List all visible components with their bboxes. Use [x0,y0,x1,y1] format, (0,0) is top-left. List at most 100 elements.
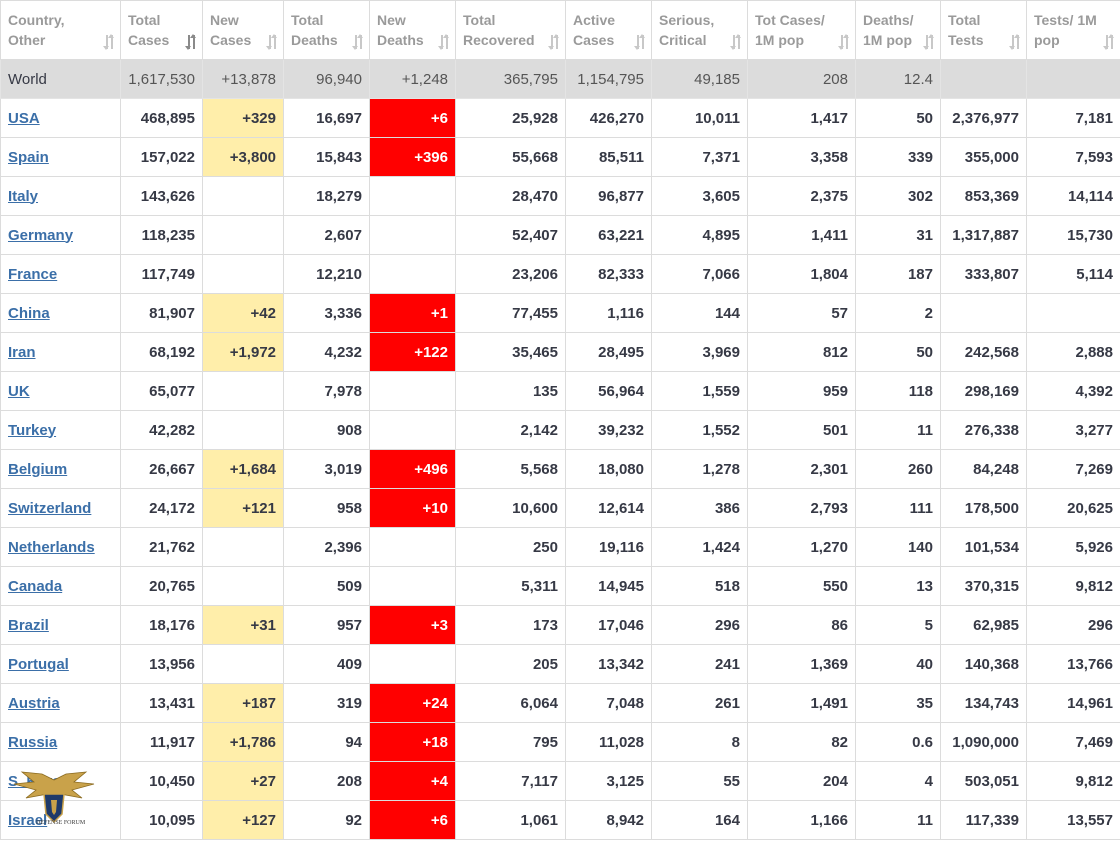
column-header-9[interactable]: Deaths/ 1M pop [855,0,941,60]
country-link[interactable]: Russia [8,734,57,751]
sort-icon[interactable] [103,34,114,50]
cell-7: 241 [651,644,748,684]
table-row: Portugal 13,956 409 205 13,342 241 1,369 40 140,… [0,644,1120,684]
cell-6: 39,232 [565,410,652,450]
column-header-3[interactable]: Total Deaths [283,0,370,60]
cell-5: 10,600 [455,488,566,528]
column-header-4[interactable]: New Deaths [369,0,456,60]
cell-10: 1,317,887 [940,215,1027,255]
cell-9: 339 [855,137,941,177]
sort-icon[interactable] [730,34,741,50]
cell-9: 35 [855,683,941,723]
country-link[interactable]: China [8,305,50,322]
cell-5: 55,668 [455,137,566,177]
new-cases-badge: +3,800 [202,137,284,177]
cell-5: 205 [455,644,566,684]
cell-10 [940,293,1027,333]
cell-6: 1,154,795 [565,59,652,99]
column-header-2[interactable]: New Cases [202,0,284,60]
cell-10: 298,169 [940,371,1027,411]
country-link[interactable]: Germany [8,227,73,244]
cell-2 [202,566,284,606]
cell-6: 96,877 [565,176,652,216]
sort-icon[interactable] [923,34,934,50]
sort-icon[interactable] [1103,34,1114,50]
cell-11: 5,114 [1026,254,1120,294]
column-header-5[interactable]: Total Recovered [455,0,566,60]
cell-9: 187 [855,254,941,294]
country-cell: Netherlands [0,527,121,567]
country-link[interactable]: UK [8,383,30,400]
country-link[interactable]: Brazil [8,617,49,634]
country-link[interactable]: Netherlands [8,539,95,556]
cell-1: 118,235 [120,215,203,255]
cell-3: 16,697 [283,98,370,138]
country-cell: Portugal [0,644,121,684]
cell-6: 17,046 [565,605,652,645]
cell-9: 11 [855,410,941,450]
cell-5: 35,465 [455,332,566,372]
sort-icon[interactable] [352,34,363,50]
sort-icon[interactable] [548,34,559,50]
new-cases-badge: +27 [202,761,284,801]
column-header-7[interactable]: Serious, Critical [651,0,748,60]
cell-11: 7,181 [1026,98,1120,138]
country-link[interactable]: Portugal [8,656,69,673]
cell-1: 117,749 [120,254,203,294]
country-cell: Germany [0,215,121,255]
country-link[interactable]: Italy [8,188,38,205]
country-link[interactable]: Belgium [8,461,67,478]
cell-7: 261 [651,683,748,723]
cell-5: 5,568 [455,449,566,489]
cell-1: 21,762 [120,527,203,567]
column-header-10[interactable]: Total Tests [940,0,1027,60]
column-header-11[interactable]: Tests/ 1M pop [1026,0,1120,60]
cell-1: 68,192 [120,332,203,372]
country-link[interactable]: Switzerland [8,500,91,517]
cell-5: 23,206 [455,254,566,294]
cell-1: 10,450 [120,761,203,801]
cell-3: 96,940 [283,59,370,99]
cell-10: 84,248 [940,449,1027,489]
table-row: Switzerland 24,172 +121 958 +10 10,600 12,614 3… [0,488,1120,528]
cell-4 [369,254,456,294]
country-link[interactable]: Spain [8,149,49,166]
country-link[interactable]: Turkey [8,422,56,439]
cell-8: 2,793 [747,488,856,528]
cell-5: 28,470 [455,176,566,216]
sort-icon[interactable] [838,34,849,50]
sort-icon[interactable] [1009,34,1020,50]
country-link[interactable]: Canada [8,578,62,595]
cell-3: 958 [283,488,370,528]
cell-3: 7,978 [283,371,370,411]
cell-11: 20,625 [1026,488,1120,528]
cell-4 [369,176,456,216]
country-link[interactable]: Austria [8,695,60,712]
cell-7: 55 [651,761,748,801]
country-link[interactable]: Iran [8,344,36,361]
column-header-8[interactable]: Tot Cases/ 1M pop [747,0,856,60]
cell-7: 296 [651,605,748,645]
new-cases-badge: +1,786 [202,722,284,762]
cell-4 [369,215,456,255]
cell-6: 7,048 [565,683,652,723]
cell-10: 242,568 [940,332,1027,372]
cell-7: 1,559 [651,371,748,411]
cell-11: 13,557 [1026,800,1120,840]
cell-11 [1026,293,1120,333]
cell-7: 1,552 [651,410,748,450]
column-header-1[interactable]: Total Cases [120,0,203,60]
country-link[interactable]: USA [8,110,40,127]
cell-9: 50 [855,98,941,138]
column-header-0[interactable]: Country, Other [0,0,121,60]
cell-3: 2,396 [283,527,370,567]
sort-icon[interactable] [185,34,196,50]
sort-icon[interactable] [634,34,645,50]
new-deaths-badge: +3 [369,605,456,645]
column-header-6[interactable]: Active Cases [565,0,652,60]
cell-6: 82,333 [565,254,652,294]
sort-icon[interactable] [266,34,277,50]
cell-10: 134,743 [940,683,1027,723]
country-link[interactable]: France [8,266,57,283]
sort-icon[interactable] [438,34,449,50]
